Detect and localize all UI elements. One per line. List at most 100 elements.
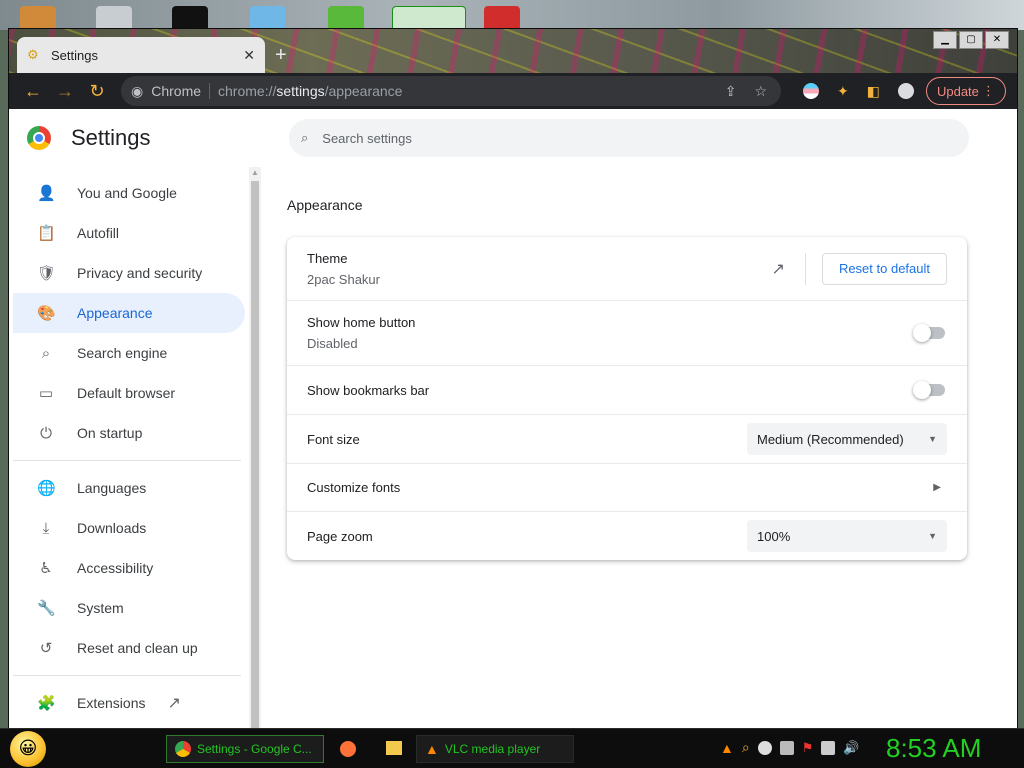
system-tray: ▲ ⌕ ⚑ 🔊: [720, 739, 860, 756]
scroll-up-icon[interactable]: ▲: [249, 167, 261, 179]
app-tray-icon[interactable]: [779, 740, 794, 755]
volume-icon[interactable]: 🔊: [843, 740, 859, 756]
external-link-icon[interactable]: ↗: [772, 259, 785, 279]
firefox-icon[interactable]: [340, 741, 356, 757]
minimize-button[interactable]: ▁: [933, 31, 957, 49]
bookmarks-bar-row[interactable]: Show bookmarks bar: [287, 366, 967, 415]
address-divider: [209, 83, 211, 99]
sidebar-scrollbar[interactable]: ▲: [249, 167, 261, 729]
desktop-icon-terminal[interactable]: [172, 6, 208, 30]
desktop-icon-dev[interactable]: [484, 6, 520, 30]
download-icon: ⤓: [42, 519, 50, 537]
close-icon[interactable]: ✕: [243, 47, 255, 64]
theme-value: 2pac Shakur: [307, 271, 380, 287]
customize-fonts-row[interactable]: Customize fonts ▶: [287, 464, 967, 512]
sidebar-item-accessibility[interactable]: ♿ Accessibility: [13, 548, 245, 588]
power-icon: ⏻: [40, 424, 52, 442]
desktop-background: [0, 0, 1024, 30]
sidebar-item-system[interactable]: 🔧 System: [13, 588, 245, 628]
sidebar-item-label: On startup: [77, 425, 143, 441]
start-button[interactable]: 😀: [10, 730, 46, 767]
taskbar: 😀 Settings - Google C... ▲ VLC media pla…: [0, 728, 1024, 768]
close-window-button[interactable]: ✕: [985, 31, 1009, 49]
settings-page: Settings ⌕ 👤 You and Google 📋 Autofill 🛡 Priv…: [9, 109, 1017, 729]
flag-extension-icon[interactable]: [803, 83, 819, 99]
update-button[interactable]: Update ⋮: [925, 77, 1006, 105]
accessibility-icon: ♿: [39, 560, 53, 577]
scroll-thumb[interactable]: [251, 181, 259, 729]
maximize-button[interactable]: ▢: [959, 31, 983, 49]
font-size-value: Medium (Recommended): [757, 431, 904, 447]
sidebar-item-label: Default browser: [77, 385, 176, 401]
new-tab-button[interactable]: +: [275, 45, 287, 65]
desktop-icon-network[interactable]: [96, 6, 132, 30]
home-button-label: Show home button: [307, 315, 416, 330]
sidebar-item-label: Downloads: [77, 520, 147, 536]
browser-icon: ▭: [38, 385, 54, 402]
search-input[interactable]: [322, 130, 923, 146]
theme-label: Theme: [307, 250, 348, 266]
desktop-icon-folder[interactable]: [20, 6, 56, 30]
page-zoom-row: Page zoom 100% ▼: [287, 512, 967, 560]
sidebar-item-languages[interactable]: 🌐 Languages: [13, 468, 245, 508]
sidebar-item-label: You and Google: [77, 185, 177, 201]
font-size-select[interactable]: Medium (Recommended) ▼: [747, 423, 947, 455]
font-size-label: Font size: [307, 431, 360, 447]
sidebar-item-label: Accessibility: [77, 560, 154, 576]
theme-row: Theme 2pac Shakur ↗ Reset to default: [287, 237, 967, 301]
desktop-icon-frog[interactable]: [328, 6, 364, 30]
puzzle-icon[interactable]: ✦: [837, 83, 849, 100]
sidebar-item-extensions[interactable]: 🧩 Extensions ↗: [13, 683, 245, 723]
sidebar-item-appearance[interactable]: 🎨 Appearance: [13, 293, 245, 333]
vlc-tray-icon[interactable]: ▲: [720, 740, 734, 756]
tab-title: Settings: [51, 47, 98, 63]
shield-icon: 🛡: [37, 265, 57, 282]
tab-settings[interactable]: ⚙ Settings ✕: [17, 37, 265, 73]
person-icon: 👤: [37, 185, 56, 202]
sidebar-item-autofill[interactable]: 📋 Autofill: [13, 213, 245, 253]
chrome-icon: [175, 741, 191, 757]
search-bar[interactable]: ⌕: [289, 119, 969, 157]
reload-button[interactable]: ↻: [81, 75, 113, 107]
taskbar-clock[interactable]: 8:53 AM: [886, 733, 981, 764]
home-button-value: Disabled: [307, 336, 358, 351]
home-button-toggle[interactable]: [913, 324, 945, 342]
menu-dots-icon: ⋮: [981, 83, 995, 98]
clipboard-icon: 📋: [37, 225, 56, 242]
flag-tray-icon[interactable]: ⚑: [802, 740, 814, 756]
desktop-icon-selected[interactable]: [392, 6, 466, 30]
status-tray-icon[interactable]: [757, 740, 772, 755]
appearance-section: Appearance Theme 2pac Shakur ↗ Reset to …: [287, 197, 967, 560]
sidebar-item-search-engine[interactable]: ⌕ Search engine: [13, 333, 245, 373]
bookmarks-bar-toggle[interactable]: [913, 381, 945, 399]
sidebar-item-downloads[interactable]: ⤓ Downloads: [13, 508, 245, 548]
home-button-row[interactable]: Show home button Disabled: [287, 301, 967, 366]
taskbar-item-label: VLC media player: [444, 742, 541, 756]
sidebar-item-reset-and-clean-up[interactable]: ↺ Reset and clean up: [13, 628, 245, 668]
chrome-logo-icon: [27, 126, 51, 150]
sidebar-item-on-startup[interactable]: ⏻ On startup: [13, 413, 245, 453]
taskbar-item-chrome[interactable]: Settings - Google C...: [166, 735, 324, 763]
reset-to-default-button[interactable]: Reset to default: [821, 252, 947, 285]
forward-button[interactable]: →: [49, 75, 81, 107]
taskbar-item-vlc[interactable]: ▲ VLC media player: [416, 735, 574, 763]
back-button[interactable]: ←: [17, 75, 49, 107]
sidebar-item-privacy-and-security[interactable]: 🛡 Privacy and security: [13, 253, 245, 293]
desktop-icon-app[interactable]: [250, 6, 286, 30]
side-panel-icon[interactable]: ◧: [867, 83, 880, 100]
page-title: Settings: [71, 125, 151, 150]
network-tray-icon[interactable]: [821, 740, 836, 755]
profile-avatar[interactable]: [897, 83, 914, 99]
star-icon[interactable]: ☆: [754, 83, 767, 100]
sidebar-item-you-and-google[interactable]: 👤 You and Google: [13, 173, 245, 213]
title-bar[interactable]: ⚙ Settings ✕ + ▁ ▢ ✕: [9, 29, 1017, 73]
search-tray-icon[interactable]: ⌕: [742, 739, 750, 756]
chrome-site-icon: ◉: [131, 82, 144, 99]
address-bar[interactable]: ◉ Chrome chrome://settings/appearance ⇪ …: [121, 76, 781, 106]
page-zoom-select[interactable]: 100% ▼: [747, 520, 947, 552]
row-divider: [804, 252, 806, 285]
share-icon[interactable]: ⇪: [725, 83, 737, 100]
sidebar-item-default-browser[interactable]: ▭ Default browser: [13, 373, 245, 413]
folder-icon[interactable]: [386, 741, 402, 755]
search-icon: ⌕: [301, 130, 309, 145]
